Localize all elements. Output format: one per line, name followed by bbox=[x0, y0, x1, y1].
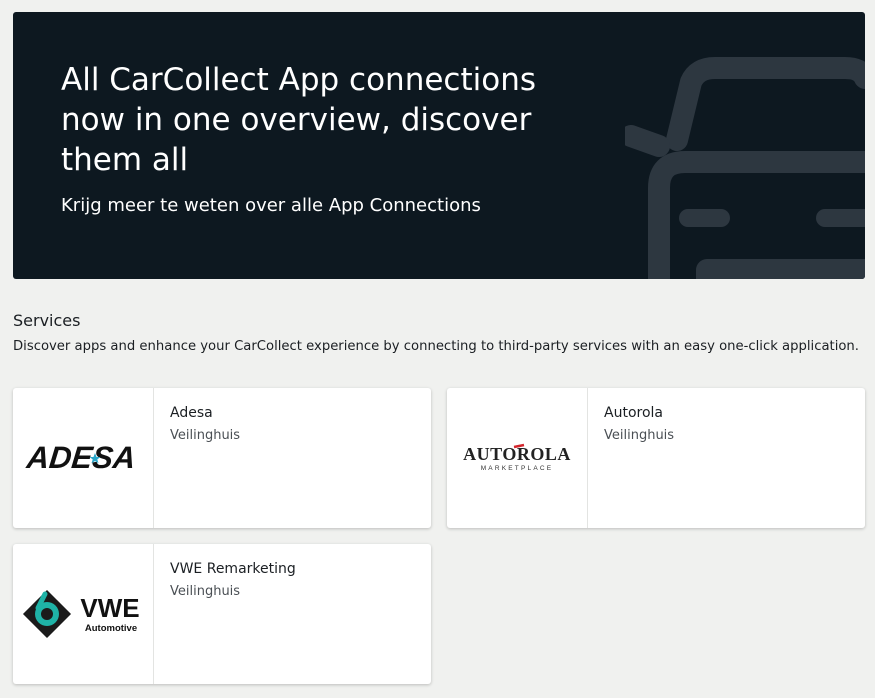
service-card-adesa[interactable]: ADESA Adesa Veilinghuis bbox=[13, 388, 431, 528]
card-name: VWE Remarketing bbox=[170, 561, 296, 577]
card-category: Veilinghuis bbox=[604, 428, 675, 443]
services-title: Services bbox=[13, 311, 81, 330]
hero-subtitle: Krijg meer te weten over alle App Connec… bbox=[61, 195, 481, 216]
services-description: Discover apps and enhance your CarCollec… bbox=[13, 339, 859, 354]
adesa-logo-image: ADESA bbox=[24, 441, 137, 475]
svg-text:ADESA: ADESA bbox=[24, 441, 137, 475]
service-card-vwe-remarketing[interactable]: VWE Automotive VWE Remarketing Veilinghu… bbox=[13, 544, 431, 684]
autorola-logo-image: AUTOROLA MARKETPLACE bbox=[463, 443, 570, 472]
card-name: Autorola bbox=[604, 405, 663, 421]
svg-text:Automotive: Automotive bbox=[85, 623, 137, 634]
svg-text:VWE: VWE bbox=[80, 593, 139, 623]
car-icon bbox=[625, 57, 865, 279]
adesa-logo: ADESA bbox=[13, 388, 154, 528]
hero-banner: All CarCollect App connections now in on… bbox=[13, 12, 865, 279]
autorola-logo: AUTOROLA MARKETPLACE bbox=[447, 388, 588, 528]
card-category: Veilinghuis bbox=[170, 428, 241, 443]
service-card-autorola[interactable]: AUTOROLA MARKETPLACE Autorola Veilinghui… bbox=[447, 388, 865, 528]
hero-title: All CarCollect App connections now in on… bbox=[61, 62, 537, 178]
card-category: Veilinghuis bbox=[170, 584, 241, 599]
card-name: Adesa bbox=[170, 405, 213, 421]
vwe-logo: VWE Automotive bbox=[13, 544, 154, 684]
vwe-logo-image: VWE Automotive bbox=[22, 589, 140, 639]
svg-text:MARKETPLACE: MARKETPLACE bbox=[481, 465, 554, 472]
